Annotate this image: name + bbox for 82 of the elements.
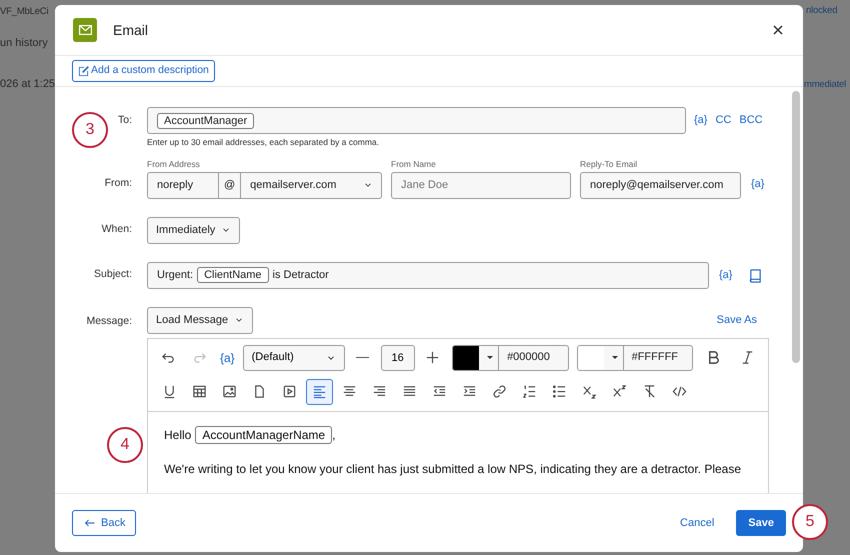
- field-label: From Name: [391, 158, 437, 170]
- from-name-field[interactable]: Jane Doe: [391, 172, 571, 198]
- field-label: From Address: [147, 158, 201, 170]
- code-icon: [672, 384, 687, 399]
- scroll-thumb[interactable]: [792, 91, 800, 363]
- at-sign-text: @: [218, 172, 242, 198]
- recipient-link[interactable]: BCC: [739, 112, 763, 129]
- field-label: When:: [100, 222, 132, 238]
- align-right-icon: [372, 384, 387, 399]
- tab-label: un history: [0, 36, 48, 51]
- field-label: From:: [104, 176, 132, 191]
- file-icon: [252, 384, 267, 399]
- message-text: We're writing to let you know your client has just submitted a low NPS, indicating they are a detractor. Please: [164, 460, 742, 478]
- clear-format-icon: [642, 384, 657, 399]
- bullet-list-icon: [552, 384, 567, 399]
- save-button[interactable]: Save: [736, 510, 786, 536]
- load-message-dropdown[interactable]: Load Message: [147, 306, 254, 334]
- color-picker[interactable]: #000000: [452, 344, 569, 370]
- page-title: VF_MbLeCi: [0, 5, 48, 19]
- field-chip[interactable]: ClientName: [197, 267, 269, 283]
- to-field[interactable]: AccountManager: [147, 107, 686, 134]
- close-button[interactable]: [771, 23, 785, 37]
- field-label: Reply-To Email: [580, 158, 638, 170]
- piped-text-link[interactable]: {a}: [719, 266, 732, 284]
- recipient-link[interactable]: {a}: [694, 112, 708, 129]
- when-text: mmediatel: [804, 78, 846, 92]
- from-address-field[interactable]: noreply @ qemailserver.com: [147, 172, 382, 198]
- caret-icon: [487, 356, 494, 359]
- link-icon: [492, 384, 507, 399]
- video-icon: [282, 384, 297, 399]
- hint-text: Enter up to 30 email addresses, each separated by a comma.: [147, 136, 380, 149]
- color-picker[interactable]: #FFFFFF: [576, 344, 694, 370]
- subject-text: Urgent:: [157, 268, 194, 283]
- cancel-link[interactable]: Cancel: [680, 514, 714, 532]
- font-size-field[interactable]: 16: [380, 344, 415, 370]
- arrow-left-icon: [83, 517, 97, 529]
- message-text: ,: [332, 426, 336, 444]
- field-label: Message:: [85, 314, 132, 328]
- field-label: Subject:: [93, 267, 132, 282]
- recipient-link[interactable]: CC: [715, 112, 732, 129]
- color-swatch[interactable]: [453, 346, 480, 370]
- add-description-button[interactable]: Add a custom description: [72, 60, 215, 82]
- step-marker: 5: [792, 504, 828, 540]
- recipient-chip[interactable]: AccountManager: [157, 112, 254, 128]
- dialog-title: Email: [113, 20, 150, 40]
- subscript-icon: [582, 384, 597, 399]
- align-center-icon: [342, 384, 357, 399]
- field-chip[interactable]: AccountManagerName: [195, 426, 332, 444]
- justify-icon: [402, 384, 417, 399]
- numbered-list-icon: [522, 384, 537, 399]
- book-icon[interactable]: [748, 268, 764, 282]
- superscript-icon: [612, 384, 627, 399]
- back-button[interactable]: Back: [72, 510, 136, 536]
- date-text: 026 at 1:25: [0, 77, 56, 92]
- color-value-text: #FFFFFF: [622, 346, 692, 370]
- address-local-text: noreply: [156, 178, 194, 193]
- indent-icon: [462, 384, 477, 399]
- table-icon: [192, 384, 207, 399]
- image-icon: [222, 384, 237, 399]
- caret-icon: [612, 356, 618, 359]
- outdent-icon: [432, 384, 447, 399]
- domain-select[interactable]: qemailserver.com: [241, 176, 363, 194]
- minus-icon: [356, 356, 370, 358]
- plus-icon: [424, 350, 440, 365]
- piped-text-button[interactable]: {a}: [220, 348, 235, 366]
- bold-icon: [706, 350, 722, 365]
- subject-text: is Detractor: [272, 268, 329, 283]
- reply-to-field[interactable]: noreply@qemailserver.com: [580, 172, 741, 198]
- when-dropdown[interactable]: Immediately: [147, 216, 240, 244]
- underline-icon: [162, 384, 177, 399]
- email-icon: [73, 18, 97, 42]
- subject-field[interactable]: Urgent: ClientName is Detractor: [147, 262, 709, 288]
- edit-icon: [78, 66, 89, 76]
- message-text: Hello: [164, 426, 192, 444]
- align-left-button[interactable]: [306, 378, 333, 404]
- font-select[interactable]: (Default): [242, 344, 346, 370]
- save-as-link[interactable]: Save As: [716, 312, 757, 328]
- status-text: nlocked: [806, 4, 838, 18]
- color-value-text: #000000: [498, 346, 568, 370]
- align-left-icon: [312, 384, 327, 399]
- piped-text-link[interactable]: {a}: [751, 176, 764, 192]
- color-swatch[interactable]: [578, 346, 604, 370]
